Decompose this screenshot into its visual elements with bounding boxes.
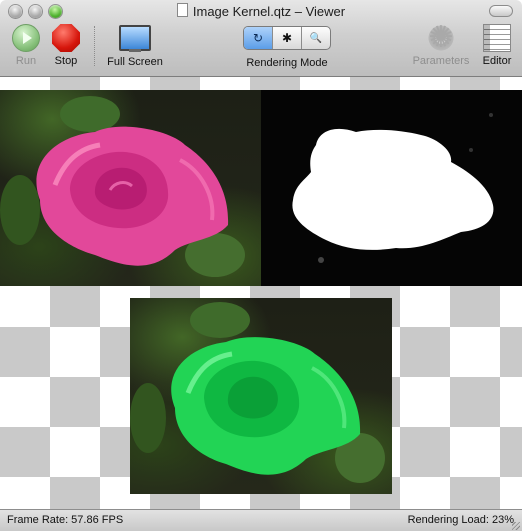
rendering-mode-magnify-icon[interactable]: 🔍: [301, 27, 330, 49]
green-rose-image: [130, 298, 392, 494]
stop-button[interactable]: Stop: [50, 24, 82, 67]
run-icon: [12, 24, 40, 52]
parameters-label: Parameters: [412, 55, 470, 67]
rendering-mode-debug-icon[interactable]: ✱: [272, 27, 301, 49]
editor-icon: [483, 24, 511, 52]
full-screen-label: Full Screen: [107, 56, 163, 68]
resize-grip-icon[interactable]: [512, 522, 520, 530]
run-button[interactable]: Run: [10, 24, 42, 67]
pink-rose-image: [0, 90, 261, 286]
frame-rate-readout: Frame Rate: 57.86 FPS: [7, 514, 124, 526]
window-title-area: Image Kernel.qtz – Viewer: [0, 3, 522, 19]
rendering-mode-label: Rendering Mode: [246, 57, 328, 69]
parameters-button[interactable]: Parameters: [408, 21, 474, 67]
document-icon: [176, 3, 188, 17]
toolbar-separator: [94, 26, 95, 66]
editor-label: Editor: [482, 55, 512, 67]
status-bar: Frame Rate: 57.86 FPS Rendering Load: 23…: [0, 509, 522, 531]
stop-icon: [52, 24, 80, 52]
rendering-load-readout: Rendering Load: 23%: [407, 514, 514, 526]
viewer-window: Image Kernel.qtz – Viewer Run Stop Full …: [0, 0, 522, 531]
alpha-mask-image: [261, 90, 522, 286]
rendering-mode-loop-icon[interactable]: ↻: [244, 27, 272, 49]
titlebar-toolbar: Image Kernel.qtz – Viewer Run Stop Full …: [0, 0, 522, 77]
run-label: Run: [15, 55, 37, 67]
gear-icon: [427, 21, 455, 55]
full-screen-button[interactable]: Full Screen: [104, 24, 166, 68]
render-canvas[interactable]: [0, 77, 522, 509]
editor-button[interactable]: Editor: [478, 24, 516, 67]
toolbar-toggle-button[interactable]: [489, 5, 513, 17]
rendering-mode-segmented-control: ↻ ✱ 🔍: [243, 26, 331, 50]
monitor-icon: [119, 25, 151, 52]
window-title: Image Kernel.qtz – Viewer: [192, 4, 346, 19]
rendering-mode-control: ↻ ✱ 🔍 Rendering Mode: [230, 24, 344, 69]
stop-label: Stop: [54, 55, 78, 67]
